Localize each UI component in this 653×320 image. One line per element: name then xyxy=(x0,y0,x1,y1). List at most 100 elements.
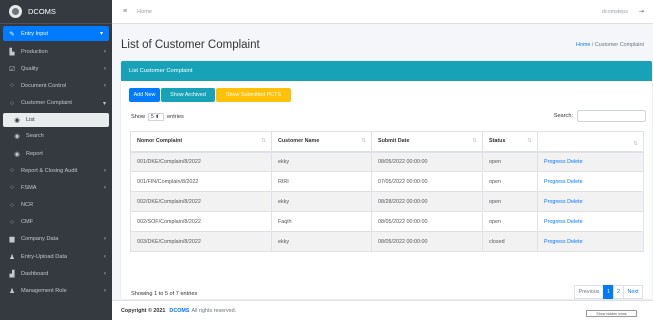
breadcrumb-home[interactable]: Home xyxy=(576,42,590,48)
building-icon: ▆ xyxy=(9,236,15,244)
cell-status: open xyxy=(482,191,538,212)
sidebar-item-label: Document Control xyxy=(21,82,67,89)
cell-actions: Progress Delete xyxy=(537,211,644,232)
entries-select[interactable]: 5 ⬍ xyxy=(148,113,164,121)
footer-rights: All rights reserved. xyxy=(191,307,237,314)
sidebar-item-label: Entry Input xyxy=(21,30,49,37)
menu-toggle-icon[interactable]: ≡ xyxy=(123,8,127,15)
delete-link[interactable]: Delete xyxy=(567,219,583,225)
show-hidden-icons-button[interactable]: Show hidden icons xyxy=(586,310,637,317)
circle-icon: ○ xyxy=(10,201,14,209)
circle-icon: ○ xyxy=(10,184,14,192)
column-nomor-complaint[interactable]: Nomor Complaint ⇅ xyxy=(130,131,272,153)
sidebar-item-label: Dashboard xyxy=(21,270,49,277)
logout-icon[interactable]: ⇥ xyxy=(639,8,644,15)
search-label: Search: xyxy=(553,113,573,119)
pagination: Previous 1 2 Next xyxy=(574,285,643,299)
delete-link[interactable]: Delete xyxy=(567,159,583,165)
check-square-icon: ☑ xyxy=(9,65,15,73)
sidebar-item-label: Report xyxy=(26,150,43,157)
table-row: 003/DKE/Complain/8/2022 ekky 08/05/2022 00… xyxy=(130,231,644,252)
sidebar-item-production[interactable]: ▙ Production ‹ xyxy=(0,43,112,60)
search-input[interactable] xyxy=(577,110,646,122)
cell-submit-date: 08/28/2022 00:00:00 xyxy=(371,191,483,212)
sidebar-item-quality[interactable]: ☑ Quality ‹ xyxy=(0,60,112,77)
sidebar-item-entry-input[interactable]: ✎ Entry Input ▾ xyxy=(3,26,109,41)
cell-submit-date: 08/05/2022 00:00:00 xyxy=(371,151,483,172)
breadcrumb-current: Customer Complaint xyxy=(594,42,644,48)
breadcrumb-separator: / xyxy=(591,42,594,48)
sidebar-item-document-control[interactable]: ○ Document Control ‹ xyxy=(0,77,112,94)
pagination-next[interactable]: Next xyxy=(623,285,643,299)
cell-status: open xyxy=(482,171,538,192)
progress-link[interactable]: Progress xyxy=(544,179,566,185)
column-actions[interactable]: ⇅ xyxy=(537,131,644,153)
sidebar-item-label: Production xyxy=(21,48,48,55)
cell-status: open xyxy=(482,211,538,232)
table-row: 001/FIN/Complain/8/2022 RIRI 07/05/2022 00… xyxy=(130,171,644,192)
sort-icon: ⇅ xyxy=(527,138,532,145)
add-new-button[interactable]: Add New xyxy=(129,88,160,102)
sidebar-item-report[interactable]: ◉ Report xyxy=(0,145,112,162)
brand-logo-icon xyxy=(9,5,22,18)
sidebar-item-label: CMF xyxy=(21,219,34,226)
sidebar-item-cmf[interactable]: ○ CMF xyxy=(0,214,112,231)
chevron-icon: ‹ xyxy=(104,253,106,260)
sidebar-item-label: Company Data xyxy=(21,236,59,243)
sidebar-item-customer-complaint[interactable]: ○ Customer Complaint ▾ xyxy=(0,95,112,112)
circle-icon: ○ xyxy=(10,82,14,90)
sidebar-item-label: Entry-Upload Data xyxy=(21,253,68,260)
column-submit-date[interactable]: Submit Date ⇅ xyxy=(371,131,483,153)
progress-link[interactable]: Progress xyxy=(544,239,566,245)
column-status[interactable]: Status ⇅ xyxy=(482,131,538,153)
table-info: Showing 1 to 5 of 7 entries xyxy=(131,291,198,297)
cell-customer: ekky xyxy=(271,191,372,212)
cell-nomor: 001/FIN/Complain/8/2022 xyxy=(130,171,272,192)
chevron-icon: ▾ xyxy=(102,100,106,107)
show-submitted-button[interactable]: Show Submitted PCTS xyxy=(216,88,291,102)
sort-icon: ⇅ xyxy=(633,141,638,148)
sidebar-item-dashboard[interactable]: ▟ Dashboard ‹ xyxy=(0,265,112,282)
sidebar-item-report-closing-audit[interactable]: ○ Report & Closing Audit ‹ xyxy=(0,162,112,179)
footer: Copyright © 2021 DCOMS All rights reserv… xyxy=(112,300,653,320)
progress-link[interactable]: Progress xyxy=(544,219,566,225)
cell-submit-date: 07/05/2022 00:00:00 xyxy=(371,171,483,192)
show-archived-button[interactable]: Show Archived xyxy=(161,88,215,102)
footer-copyright: Copyright © 2021 xyxy=(121,307,166,314)
cell-nomor: 001/DKE/Complain/8/2022 xyxy=(130,151,272,172)
sidebar-item-label: Management Role xyxy=(21,288,67,295)
sidebar-item-management-role[interactable]: ♟ Management Role ‹ xyxy=(0,282,112,299)
cell-customer: ekky xyxy=(271,151,372,172)
sidebar-item-search[interactable]: ◉ Search xyxy=(0,128,112,145)
user-name[interactable]: dcomsteps xyxy=(602,9,628,15)
show-label: Show xyxy=(131,114,145,120)
table-row: 002/DKE/Complain/8/2022 ekky 08/28/2022 00… xyxy=(130,191,644,212)
sidebar-item-label: FSMA xyxy=(21,184,37,191)
sidebar-item-ncr[interactable]: ○ NCR xyxy=(0,197,112,214)
sidebar-item-company-data[interactable]: ▆ Company Data ‹ xyxy=(0,231,112,248)
sidebar-item-list[interactable]: ◉ List xyxy=(3,112,109,127)
cell-customer: Faqih xyxy=(271,211,372,232)
breadcrumb: Home / Customer Complaint xyxy=(576,42,644,48)
factory-icon: ▙ xyxy=(9,48,15,56)
pagination-previous[interactable]: Previous xyxy=(574,285,604,299)
top-home-link[interactable]: Home xyxy=(137,9,152,15)
delete-link[interactable]: Delete xyxy=(567,179,583,185)
chevron-icon: ‹ xyxy=(104,236,106,243)
sidebar-item-fsma[interactable]: ○ FSMA ‹ xyxy=(0,179,112,196)
delete-link[interactable]: Delete xyxy=(567,199,583,205)
complaint-card: List Customer Complaint Add New Show Arc… xyxy=(121,61,652,299)
brand-link[interactable]: DCOMS xyxy=(0,0,112,24)
column-customer-name[interactable]: Customer Name ⇅ xyxy=(271,131,372,153)
footer-brand-link[interactable]: DCOMS xyxy=(169,308,189,314)
entries-select-value: 5 xyxy=(151,114,154,120)
delete-link[interactable]: Delete xyxy=(567,239,583,245)
progress-link[interactable]: Progress xyxy=(544,159,566,165)
sidebar-nav: ✎ Entry Input ▾ ▙ Production ‹ ☑ Quality ‹ ○ Docum… xyxy=(0,26,112,300)
cell-nomor: 002/SOF/Complain/8/2022 xyxy=(130,211,272,232)
progress-link[interactable]: Progress xyxy=(544,199,566,205)
chevron-icon: ‹ xyxy=(104,288,106,295)
circle-icon: ○ xyxy=(10,99,14,107)
sidebar-item-label: Search xyxy=(26,133,44,140)
sidebar-item-entry-upload-data[interactable]: ♟ Entry-Upload Data ‹ xyxy=(0,248,112,265)
